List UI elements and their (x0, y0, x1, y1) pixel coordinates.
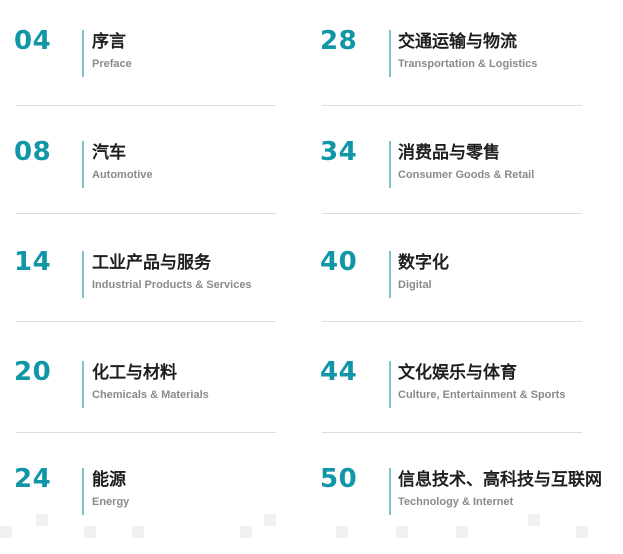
toc-divider (322, 432, 582, 433)
toc-title-zh: 文化娱乐与体育 (398, 363, 517, 383)
toc-accent-bar (82, 251, 84, 298)
toc-page-number: 40 (320, 247, 358, 277)
toc-accent-bar (389, 468, 391, 515)
toc-page-number: 50 (320, 464, 358, 494)
toc-accent-bar (82, 141, 84, 188)
toc-title-en: Consumer Goods & Retail (398, 169, 535, 181)
toc-title-en: Industrial Products & Services (92, 279, 252, 291)
toc-page-number: 34 (320, 137, 358, 167)
toc-title-zh: 序言 (92, 32, 126, 52)
toc-entry-transportation[interactable]: 28 交通运输与物流 Transportation & Logistics (320, 4, 582, 116)
toc-divider (322, 105, 582, 106)
toc-title-en: Automotive (92, 169, 153, 181)
toc-title-en: Energy (92, 496, 130, 508)
toc-entry-chemicals[interactable]: 20 化工与材料 Chemicals & Materials (14, 335, 276, 447)
toc-entry-culture[interactable]: 44 文化娱乐与体育 Culture, Entertainment & Spor… (320, 335, 582, 447)
toc-entry-consumer-goods[interactable]: 34 消费品与零售 Consumer Goods & Retail (320, 115, 582, 227)
toc-accent-bar (389, 251, 391, 298)
toc-title-en: Transportation & Logistics (398, 58, 538, 70)
toc-accent-bar (82, 361, 84, 408)
toc-page-number: 20 (14, 357, 52, 387)
toc-title-zh: 消费品与零售 (398, 143, 500, 163)
toc-title-en: Preface (92, 58, 132, 70)
toc-divider (16, 321, 276, 322)
toc-accent-bar (389, 30, 391, 77)
toc-title-zh: 化工与材料 (92, 363, 177, 383)
toc-accent-bar (389, 361, 391, 408)
toc-title-zh: 交通运输与物流 (398, 32, 517, 52)
toc-title-en: Chemicals & Materials (92, 389, 209, 401)
toc-divider (322, 213, 582, 214)
toc-divider (16, 432, 276, 433)
toc-page-number: 08 (14, 137, 52, 167)
toc-page-number: 14 (14, 247, 52, 277)
toc-accent-bar (82, 30, 84, 77)
toc-title-zh: 信息技术、高科技与互联网 (398, 470, 602, 490)
toc-divider (16, 213, 276, 214)
toc-accent-bar (389, 141, 391, 188)
toc-title-zh: 能源 (92, 470, 126, 490)
toc-divider (322, 321, 582, 322)
toc-divider (16, 105, 276, 106)
toc-title-zh: 数字化 (398, 253, 449, 273)
toc-title-en: Digital (398, 279, 432, 291)
table-of-contents: 04 序言 Preface 08 汽车 Automotive 14 工业产品与服… (0, 0, 623, 538)
toc-page-number: 24 (14, 464, 52, 494)
toc-title-en: Technology & Internet (398, 496, 514, 508)
toc-entry-automotive[interactable]: 08 汽车 Automotive (14, 115, 276, 227)
toc-title-zh: 汽车 (92, 143, 126, 163)
toc-page-number: 04 (14, 26, 52, 56)
toc-title-zh: 工业产品与服务 (92, 253, 211, 273)
toc-page-number: 28 (320, 26, 358, 56)
pixel-decoration (0, 514, 623, 538)
toc-title-en: Culture, Entertainment & Sports (398, 389, 566, 401)
toc-accent-bar (82, 468, 84, 515)
toc-entry-preface[interactable]: 04 序言 Preface (14, 4, 276, 116)
toc-page-number: 44 (320, 357, 358, 387)
